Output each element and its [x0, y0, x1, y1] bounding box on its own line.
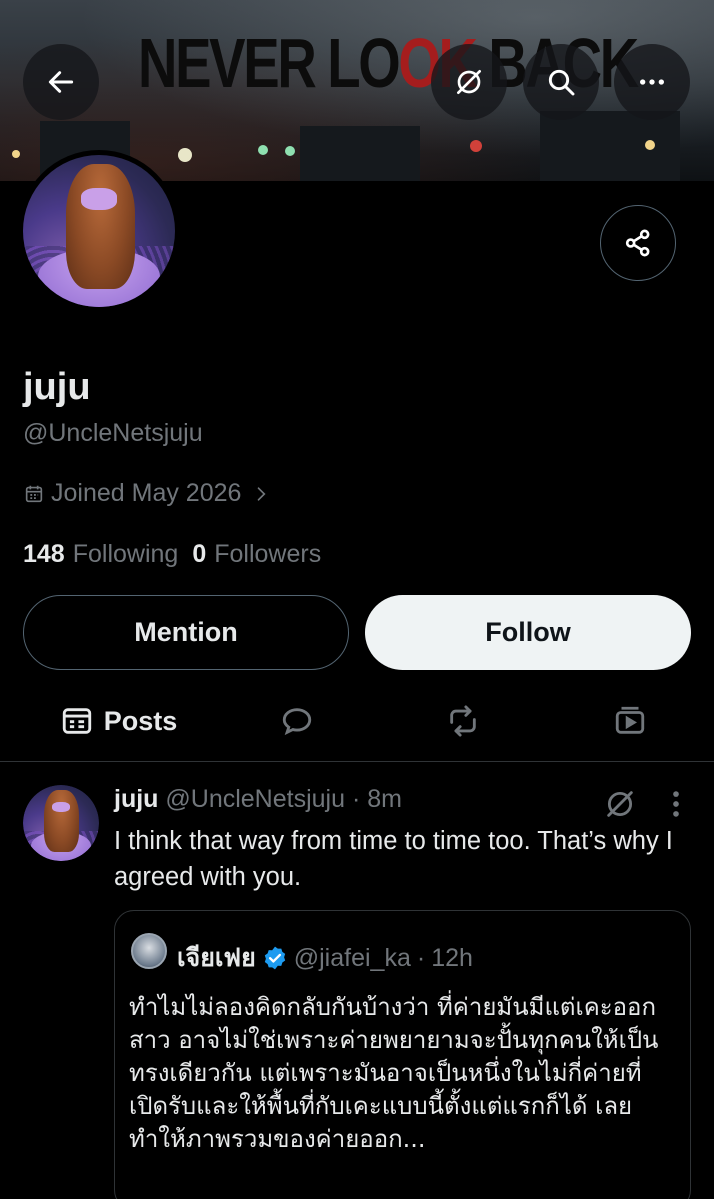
tab-reposts[interactable] [403, 680, 523, 762]
banner-light [470, 140, 482, 152]
media-icon [615, 706, 645, 734]
avatar-image [23, 155, 175, 307]
quoted-post[interactable]: เจียเฟย @jiafei_ka · 12h ทำไมไม่ลองคิดกลับ… [114, 910, 691, 1199]
post-author-handle[interactable]: @UncleNetsjuju [165, 785, 345, 813]
more-options-button[interactable] [614, 44, 690, 120]
mention-button[interactable]: Mention [23, 595, 349, 670]
banner-light [285, 146, 295, 156]
quote-header: เจียเฟย @jiafei_ka · 12h [177, 938, 473, 978]
quote-separator: · [416, 943, 426, 972]
replies-icon [282, 708, 312, 736]
verified-badge-icon [264, 946, 285, 970]
share-icon [625, 229, 650, 257]
followers-label: Followers [214, 540, 322, 568]
post-header: juju @UncleNetsjuju · 8m [114, 785, 402, 814]
banner-building [300, 126, 420, 181]
grok-icon [457, 70, 481, 94]
followers-count: 0 [192, 540, 207, 568]
avatar-bow [51, 801, 71, 813]
tab-replies[interactable] [237, 680, 357, 762]
calendar-icon [25, 485, 43, 502]
follow-button[interactable]: Follow [365, 595, 691, 670]
banner-light [12, 150, 20, 158]
search-icon [548, 69, 575, 96]
more-horizontal-icon [640, 79, 664, 85]
arrow-left-icon [48, 71, 74, 93]
banner-light [645, 140, 655, 150]
tab-posts-label: Posts [103, 705, 178, 736]
retweet-icon [450, 705, 476, 737]
following-count: 148 [23, 540, 65, 568]
quote-text: ทำไมไม่ลองคิดกลับกันบ้างว่า ที่ค่ายมันมี… [129, 993, 659, 1153]
grok-button[interactable] [431, 44, 507, 120]
user-handle: @UncleNetsjuju [23, 419, 203, 447]
joined-label: Joined May 2026 [51, 479, 242, 507]
share-profile-button[interactable] [600, 205, 676, 281]
banner-light [258, 145, 268, 155]
avatar-hair [44, 789, 80, 852]
joined-date[interactable]: Joined May 2026 [23, 479, 271, 508]
profile-tabs: Posts [0, 680, 714, 762]
display-name: juju [23, 366, 91, 408]
post-author-name[interactable]: juju [114, 785, 158, 813]
post-separator: · [345, 785, 368, 813]
posts-icon [62, 708, 91, 734]
tab-underline [0, 758, 237, 762]
banner-light [178, 148, 192, 162]
quote-time: 12h [431, 943, 473, 972]
profile-avatar[interactable] [18, 150, 180, 312]
tab-media[interactable] [570, 680, 690, 762]
avatar-hair [65, 164, 136, 289]
post-time[interactable]: 8m [367, 785, 402, 813]
search-button[interactable] [523, 44, 599, 120]
post-text: I think that way from time to time too. … [114, 827, 673, 891]
followers-link[interactable]: 0 Followers [192, 540, 321, 569]
quote-author-name: เจียเฟย [177, 944, 256, 972]
following-label: Following [72, 540, 179, 568]
back-button[interactable] [23, 44, 99, 120]
more-vertical-icon[interactable] [664, 787, 688, 821]
quote-author-avatar [131, 933, 167, 969]
avatar-bow [80, 188, 118, 210]
grok-icon[interactable] [603, 787, 637, 821]
quote-author-handle: @jiafei_ka [293, 943, 411, 972]
tab-posts[interactable]: Posts [0, 680, 237, 762]
banner-building [540, 111, 680, 181]
follow-stats: 148 Following 0 Followers [23, 540, 321, 569]
following-link[interactable]: 148 Following [23, 540, 178, 569]
chevron-right-icon [258, 486, 266, 501]
avatar-image [23, 785, 99, 861]
post-author-avatar[interactable] [23, 785, 99, 861]
